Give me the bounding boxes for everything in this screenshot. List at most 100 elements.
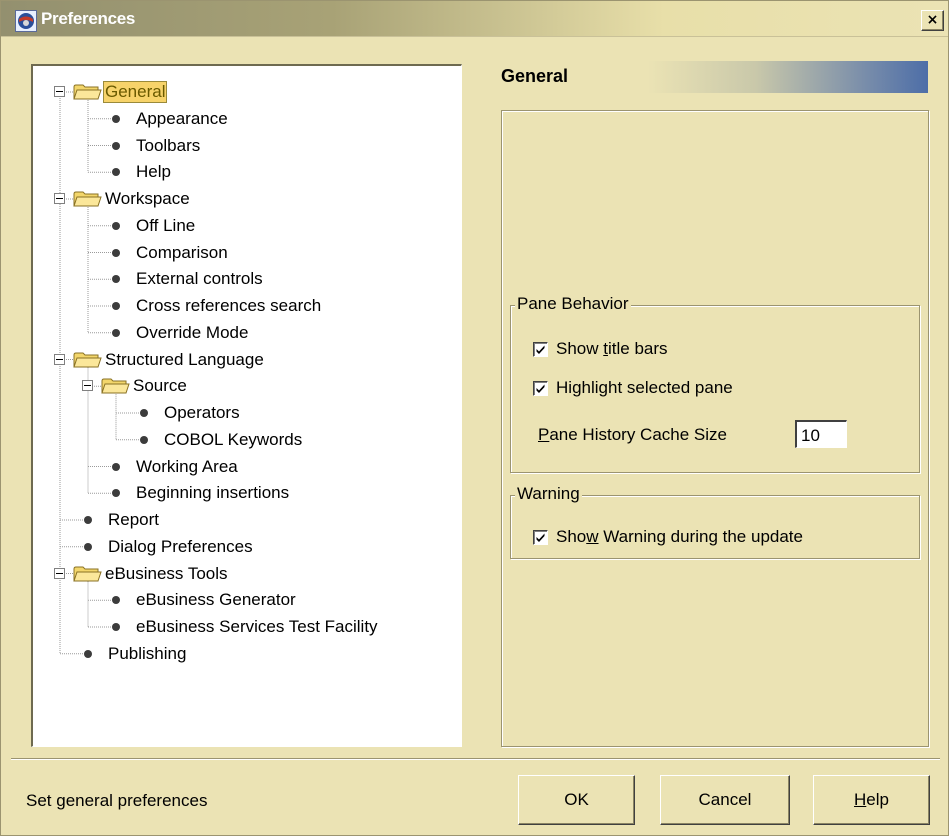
title-bar[interactable]: Preferences × (1, 1, 948, 37)
show-warning-checkbox[interactable] (533, 529, 548, 545)
tree-item-label: Operators (164, 403, 240, 422)
bullet-icon (112, 114, 120, 123)
bullet-icon (112, 221, 120, 230)
tree-item-label: Publishing (108, 643, 187, 663)
tree-item-cobol-keywords[interactable]: COBOL Keywords (33, 427, 461, 453)
bullet-icon (112, 248, 120, 257)
tree-item-comparison[interactable]: Comparison (33, 240, 461, 266)
tree-item-label: Structured Language (105, 349, 264, 369)
tree-item-working-area[interactable]: Working Area (33, 454, 461, 480)
open-folder-icon (73, 191, 102, 207)
checkmark-icon (536, 384, 545, 393)
window-title: Preferences (41, 9, 136, 28)
bullet-icon (112, 623, 120, 631)
cancel-button-label: Cancel (698, 790, 752, 809)
tree-item-report[interactable]: Report (33, 507, 461, 533)
app-icon (15, 10, 37, 32)
collapse-toggle-icon[interactable] (82, 380, 93, 392)
checkmark-icon (536, 345, 545, 354)
bullet-icon (112, 462, 120, 471)
highlight-selected-pane-label: Highlight selected pane (556, 378, 733, 397)
tree-item-label: Toolbars (136, 135, 201, 155)
content-header: General (497, 61, 928, 93)
cancel-button[interactable]: Cancel (660, 775, 790, 825)
tree-item-ebusiness-services-test-facility[interactable]: eBusiness Services Test Facility (33, 614, 461, 640)
tree-item-appearance[interactable]: Appearance (33, 106, 461, 132)
tree-item-label: eBusiness Services Test Facility (136, 617, 378, 636)
divider (11, 758, 940, 760)
tree-item-label: Appearance (136, 108, 228, 128)
tree-item-label: External controls (136, 269, 263, 289)
preferences-tree[interactable]: General Appearance Toolbars Help Workspace Of… (31, 64, 462, 747)
help-button-label: Help (854, 790, 889, 809)
tree-item-label: Working Area (136, 456, 238, 476)
ok-button[interactable]: OK (518, 775, 635, 825)
show-warning-option[interactable]: Show Warning during the update (533, 527, 803, 547)
tree-item-help[interactable]: Help (33, 159, 461, 185)
pane-history-cache-size-label: Pane History Cache Size (538, 425, 727, 444)
show-title-bars-label: Show title bars (556, 339, 668, 358)
tree-item-label: eBusiness Generator (136, 590, 296, 610)
tree-item-general[interactable]: General (33, 79, 461, 105)
bullet-icon (112, 168, 120, 177)
tree-item-label: COBOL Keywords (164, 429, 303, 449)
close-icon: × (926, 12, 939, 28)
bullet-icon (112, 328, 120, 337)
bullet-icon (140, 409, 148, 417)
close-button[interactable]: × (921, 10, 944, 31)
ok-button-label: OK (564, 790, 589, 809)
collapse-toggle-icon[interactable] (54, 353, 65, 365)
show-title-bars-option[interactable]: Show title bars (533, 339, 668, 359)
highlight-selected-pane-checkbox[interactable] (533, 380, 548, 396)
collapse-toggle-icon[interactable] (54, 567, 65, 579)
highlight-selected-pane-option[interactable]: Highlight selected pane (533, 378, 733, 398)
open-folder-icon (73, 566, 102, 581)
tree-item-beginning-insertions[interactable]: Beginning insertions (33, 480, 461, 506)
bullet-icon (140, 435, 148, 444)
tree-item-label: Comparison (136, 242, 228, 262)
tree-item-label: General (103, 81, 168, 103)
tree-item-label: Source (133, 376, 187, 396)
open-folder-icon (73, 84, 102, 100)
open-folder-icon (101, 378, 130, 394)
tree-item-label: Help (136, 162, 171, 182)
tree-item-publishing[interactable]: Publishing (33, 641, 461, 667)
bullet-icon (112, 596, 120, 605)
preferences-dialog: Preferences × General Appearance Toolbars H… (0, 0, 949, 836)
tree-item-label: Report (108, 510, 160, 529)
bullet-icon (84, 649, 92, 658)
tree-item-dialog-preferences[interactable]: Dialog Preferences (33, 534, 461, 560)
show-title-bars-checkbox[interactable] (533, 341, 548, 357)
checkmark-icon (536, 533, 545, 542)
bullet-icon (84, 542, 92, 551)
bullet-icon (112, 141, 120, 150)
tree-item-source[interactable]: Source (33, 373, 461, 399)
tree-item-label: Override Mode (136, 322, 249, 342)
pane-behavior-group: Pane Behavior Show title bars Highlight … (510, 294, 920, 473)
tree-item-toolbars[interactable]: Toolbars (33, 133, 461, 159)
tree-item-workspace[interactable]: Workspace (33, 186, 461, 212)
status-text: Set general preferences (26, 791, 208, 810)
open-folder-icon (73, 352, 102, 367)
pane-history-cache-size-input[interactable] (795, 420, 847, 448)
tree-item-label: Workspace (105, 189, 190, 208)
bullet-icon (84, 516, 92, 524)
collapse-toggle-icon[interactable] (54, 193, 65, 204)
tree-item-structured-language[interactable]: Structured Language (33, 347, 461, 373)
tree-item-label: Beginning insertions (136, 483, 290, 503)
tree-item-off-line[interactable]: Off Line (33, 213, 461, 239)
tree-item-operators[interactable]: Operators (33, 400, 461, 426)
bullet-icon (112, 489, 120, 498)
collapse-toggle-icon[interactable] (54, 86, 65, 97)
content-panel: Pane Behavior Show title bars Highlight … (501, 110, 929, 747)
tree-item-ebusiness-generator[interactable]: eBusiness Generator (33, 587, 461, 613)
tree-item-override-mode[interactable]: Override Mode (33, 320, 461, 346)
tree-item-external-controls[interactable]: External controls (33, 266, 461, 292)
help-button[interactable]: Help (813, 775, 930, 825)
tree-item-ebusiness-tools[interactable]: eBusiness Tools (33, 561, 461, 587)
bullet-icon (112, 302, 120, 310)
tree-item-cross-references-search[interactable]: Cross references search (33, 293, 461, 319)
warning-legend: Warning (515, 484, 582, 504)
tree-item-label: eBusiness Tools (105, 563, 228, 583)
tree-item-label: Cross references search (136, 296, 322, 315)
